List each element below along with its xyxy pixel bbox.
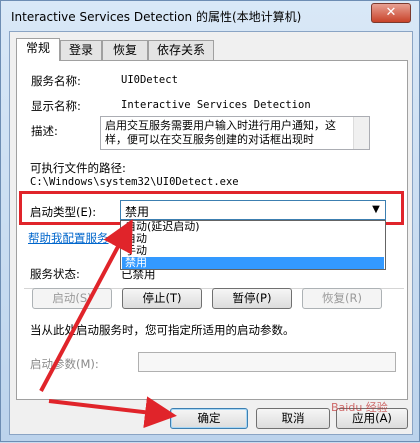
tab-recovery[interactable]: 恢复 [102, 40, 148, 60]
start-param-hint: 当从此处启动服务时，您可指定所适用的启动参数。 [30, 323, 295, 337]
option-auto-delayed[interactable]: 自动(延迟启动) [122, 221, 384, 233]
description-scrollbar[interactable] [353, 117, 369, 149]
tab-logon[interactable]: 登录 [60, 40, 102, 60]
ok-button[interactable]: 确定 [170, 408, 248, 429]
tab-general[interactable]: 常规 [16, 38, 60, 61]
service-name-value: UI0Detect [121, 74, 178, 86]
chevron-down-icon: ▼ [372, 204, 380, 215]
title-bar: Interactive Services Detection 的属性(本地计算机… [1, 1, 419, 31]
tab-dependencies[interactable]: 依存关系 [148, 40, 214, 60]
pause-button[interactable]: 暂停(P) [212, 288, 292, 309]
properties-window: Interactive Services Detection 的属性(本地计算机… [0, 0, 420, 442]
option-auto[interactable]: 自动 [122, 233, 384, 245]
close-button[interactable]: ✕ [371, 3, 411, 23]
option-manual[interactable]: 手动 [122, 245, 384, 257]
description-text: 启用交互服务需要用户输入时进行用户通知，这样，便可以在交互服务创建的对话框出现时 [105, 119, 336, 146]
description-box[interactable]: 启用交互服务需要用户输入时进行用户通知，这样，便可以在交互服务创建的对话框出现时 [100, 116, 370, 150]
service-status-label: 服务状态: [30, 267, 80, 281]
path-value: C:\Windows\system32\UI0Detect.exe [30, 176, 239, 188]
resume-button[interactable]: 恢复(R) [302, 288, 382, 309]
cancel-button[interactable]: 取消 [256, 408, 330, 429]
stop-button[interactable]: 停止(T) [122, 288, 202, 309]
help-configure-link[interactable]: 帮助我配置服务 [28, 230, 109, 246]
path-label: 可执行文件的路径: [30, 161, 126, 175]
startup-type-dropdown: 自动(延迟启动) 自动 手动 禁用 [120, 220, 386, 270]
display-name-value: Interactive Services Detection [121, 99, 311, 111]
close-icon: ✕ [385, 5, 397, 20]
window-title: Interactive Services Detection 的属性(本地计算机… [11, 10, 302, 24]
service-name-label: 服务名称: [31, 74, 81, 88]
description-label: 描述: [31, 124, 58, 138]
startup-type-selected: 禁用 [125, 205, 150, 219]
start-param-label: 启动参数(M): [30, 357, 99, 371]
display-name-label: 显示名称: [31, 99, 81, 113]
start-button[interactable]: 启动(S) [32, 288, 112, 309]
startup-type-select[interactable]: 禁用 ▼ [120, 200, 386, 220]
start-param-input[interactable] [138, 352, 396, 372]
option-disabled[interactable]: 禁用 [122, 257, 384, 269]
watermark: Baidu 经验 [331, 401, 388, 414]
